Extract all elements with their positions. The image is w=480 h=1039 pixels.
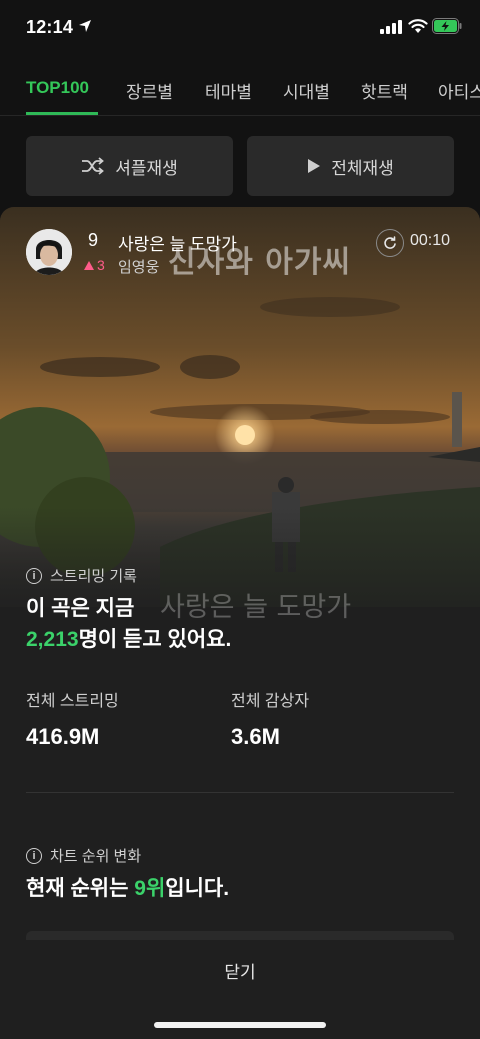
artist-avatar[interactable] [26,229,72,275]
artist-name[interactable]: 임영웅 [118,256,159,277]
song-rank: 9 [88,230,99,250]
rank-change: 3 [84,257,105,273]
wifi-icon [408,19,428,33]
play-icon [308,159,321,173]
tab-genre[interactable]: 장르별 [126,78,173,103]
tab-artist[interactable]: 아티스트 [438,78,480,103]
streaming-line2: 2,213명이 듣고 있어요. [26,624,231,655]
home-indicator [154,1022,326,1028]
rank-change-value: 3 [97,257,105,273]
location-arrow-icon [79,20,91,32]
category-tab-bar: TOP100 장르별 테마별 시대별 핫트랙 아티스트 [0,70,480,116]
streaming-headline: 이 곡은 지금 2,213명이 듣고 있어요. [26,593,231,655]
chart-prefix: 현재 순위는 [26,877,135,900]
song-detail-sheet: 신사와 아가씨 사랑은 늘 도망가 9 사랑은 늘 도망가 3 임영웅 00:1… [0,207,480,947]
shuffle-play-button[interactable]: 셔플재생 [26,136,233,196]
status-time: 12:14 [26,17,74,37]
total-streams-label: 전체 스트리밍 [26,693,119,710]
total-streams-value: 416.9M [26,724,100,749]
rank-up-icon [84,260,94,270]
streaming-section-label: i 스트리밍 기록 [26,565,137,586]
elapsed-time: 00:10 [410,232,451,249]
chart-headline: 현재 순위는 9위입니다. [26,873,229,904]
current-rank: 9위 [134,877,166,900]
replay-button[interactable] [376,229,404,257]
tab-theme[interactable]: 테마별 [205,78,252,103]
shuffle-play-label: 셔플재생 [115,158,178,178]
song-title: 사랑은 늘 도망가 [118,235,237,254]
section-divider [26,792,454,793]
tab-era[interactable]: 시대별 [283,78,330,103]
close-button[interactable]: 닫기 [0,940,480,1000]
total-listeners-value: 3.6M [231,724,280,749]
play-all-button[interactable]: 전체재생 [247,136,454,196]
current-listeners: 2,213 [26,628,79,651]
chart-section-label: i 차트 순위 변화 [26,845,141,866]
bottom-bar: 닫기 [0,940,480,1039]
streaming-section-title: 스트리밍 기록 [50,568,137,585]
shuffle-icon [82,157,105,175]
active-tab-indicator [26,112,98,115]
info-icon: i [26,567,42,584]
battery-charging-icon [432,18,462,34]
artist-photo [26,229,72,275]
chart-section-title: 차트 순위 변화 [50,848,142,865]
refresh-icon [384,236,396,249]
tab-hottrack[interactable]: 핫트랙 [361,78,408,103]
tab-top100[interactable]: TOP100 [26,78,89,98]
chart-suffix: 입니다. [165,877,230,900]
play-all-label: 전체재생 [331,158,394,178]
streaming-line2-suffix: 명이 듣고 있어요. [78,628,232,651]
total-listeners-label: 전체 감상자 [231,693,310,710]
status-bar: 12:14 [0,0,480,56]
streaming-line1: 이 곡은 지금 [26,597,135,620]
info-icon: i [26,847,42,864]
cellular-signal-icon [380,20,402,34]
